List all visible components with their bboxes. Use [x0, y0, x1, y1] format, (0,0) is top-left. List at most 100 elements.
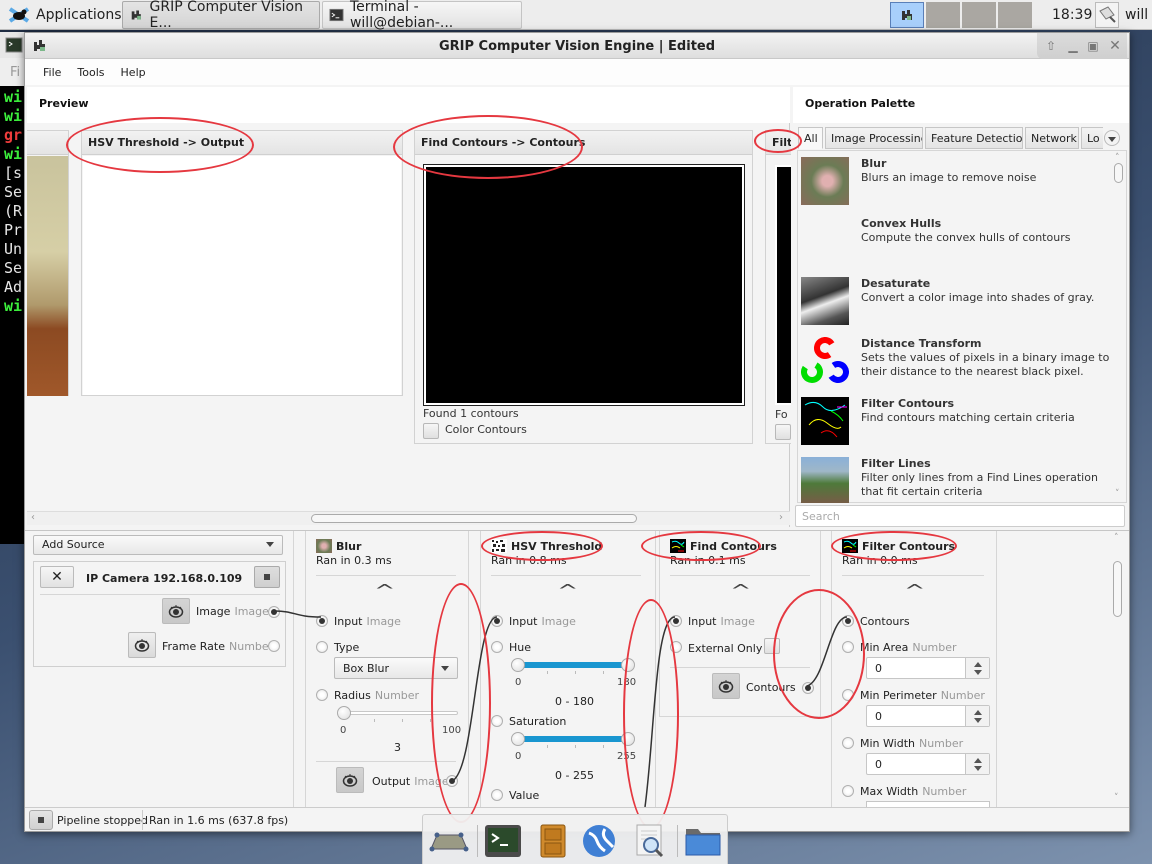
- preview-card-header: [27, 131, 68, 155]
- stop-icon: [38, 817, 44, 823]
- folder-icon[interactable]: [683, 823, 723, 859]
- clock[interactable]: 18:39: [1052, 7, 1092, 23]
- operation-name: Distance Transform: [861, 337, 982, 350]
- scroll-thumb[interactable]: [311, 514, 637, 523]
- operation-name: Desaturate: [861, 277, 931, 290]
- palette-header: Operation Palette: [793, 87, 1129, 123]
- contours-found-label: Found 1 contours: [423, 407, 519, 420]
- operation-blur[interactable]: Blur Blurs an image to remove noise: [801, 157, 1121, 217]
- grip-window: GRIP Computer Vision Engine | Edited ⇧ ▁…: [24, 32, 1130, 832]
- divider: [142, 810, 143, 830]
- grip-app-icon: [902, 10, 912, 20]
- preview-header: Preview: [27, 87, 790, 123]
- maximize-icon[interactable]: ▣: [1083, 37, 1103, 55]
- tab-all[interactable]: All: [798, 127, 823, 149]
- preview-card-title: HSV Threshold -> Output: [82, 131, 402, 155]
- blur-thumbnail: [801, 157, 849, 205]
- tab-network[interactable]: Network: [1025, 127, 1079, 149]
- preview-hscrollbar[interactable]: ‹ ›: [27, 511, 790, 525]
- hsv-preview-image: [83, 156, 401, 395]
- menu-tools[interactable]: Tools: [69, 59, 112, 85]
- operation-description: Compute the convex hulls of contours: [861, 231, 1071, 244]
- action-button[interactable]: [1095, 2, 1119, 28]
- operation-search-input[interactable]: Search: [795, 505, 1125, 527]
- operation-filter-lines[interactable]: Filter Lines Filter only lines from a Fi…: [801, 457, 1121, 503]
- preview-card-title: Filt: [766, 131, 791, 155]
- user-switch-icon: [1099, 6, 1116, 23]
- filter-contours-thumbnail: [801, 397, 849, 445]
- operation-filter-contours[interactable]: Filter Contours Find contours matching c…: [801, 397, 1121, 457]
- grip-app-icon: [131, 10, 141, 20]
- bottom-dock: [422, 814, 728, 864]
- operation-convex-hulls[interactable]: Convex Hulls Compute the convex hulls of…: [801, 217, 1121, 277]
- pipeline-state: Pipeline stopped: [57, 814, 149, 827]
- preview-title: Preview: [39, 97, 89, 110]
- menubar: File Tools Help: [25, 59, 1129, 85]
- desaturate-thumbnail: [801, 277, 849, 325]
- terminal-icon: [5, 37, 23, 53]
- window-titlebar[interactable]: GRIP Computer Vision Engine | Edited ⇧ ▁…: [25, 33, 1129, 59]
- applications-label: Applications: [36, 7, 122, 23]
- operation-name: Filter Contours: [861, 397, 955, 410]
- color-contours-label: Color Contours: [445, 423, 527, 436]
- chevron-down-icon: [1108, 137, 1116, 142]
- terminal-icon: [329, 8, 344, 22]
- connection-hsv-to-find: [644, 616, 676, 807]
- workspace-3[interactable]: [962, 2, 996, 28]
- operation-desaturate[interactable]: Desaturate Convert a color image into sh…: [801, 277, 1121, 337]
- pipeline-run-toggle-button[interactable]: [29, 810, 53, 830]
- filter-lines-thumbnail: [801, 457, 849, 503]
- operation-description: Convert a color image into shades of gra…: [861, 291, 1095, 304]
- applications-menu[interactable]: Applications: [2, 1, 128, 29]
- preview-card-filter-contours: Filt Fo: [765, 130, 791, 444]
- menu-file[interactable]: File: [35, 59, 69, 85]
- color-contours-checkbox[interactable]: [423, 423, 439, 439]
- scroll-right-icon[interactable]: ›: [779, 512, 783, 523]
- task-label: GRIP Computer Vision E...: [149, 0, 303, 31]
- close-icon[interactable]: ✕: [1105, 37, 1125, 55]
- scroll-up-icon[interactable]: ˄: [1115, 153, 1120, 163]
- scroll-left-icon[interactable]: ‹: [31, 512, 35, 523]
- operation-distance-transform[interactable]: Distance Transform Sets the values of pi…: [801, 337, 1121, 397]
- tab-feature-detection[interactable]: Feature Detection: [925, 127, 1023, 149]
- connection-camera-to-blur: [274, 610, 322, 618]
- terminal-launcher-icon[interactable]: [483, 823, 523, 859]
- shade-icon[interactable]: ⇧: [1041, 37, 1061, 55]
- workspace-1[interactable]: [890, 2, 924, 28]
- task-terminal[interactable]: Terminal - will@debian-...: [322, 0, 522, 31]
- show-desktop-icon[interactable]: [429, 823, 469, 859]
- tab-logical[interactable]: Lo: [1081, 127, 1103, 149]
- preview-card-camera: [27, 130, 69, 396]
- minimize-icon[interactable]: ▁: [1063, 37, 1083, 55]
- contours-preview-image: [423, 164, 745, 406]
- scroll-down-icon[interactable]: ˅: [1115, 489, 1120, 499]
- connection-blur-to-hsv: [451, 616, 498, 782]
- search-files-icon[interactable]: [629, 823, 669, 859]
- filter-preview-image: [775, 165, 791, 405]
- operation-name: Filter Lines: [861, 457, 931, 470]
- menu-help[interactable]: Help: [113, 59, 154, 85]
- user-name[interactable]: will: [1125, 7, 1148, 23]
- tab-image-processing[interactable]: Image Processing: [825, 127, 923, 149]
- preview-card-find-contours: Find Contours -> Contours: [414, 130, 753, 444]
- divider: [477, 825, 478, 857]
- opencv-logo-icon: [801, 337, 849, 383]
- task-label: Terminal - will@debian-...: [349, 0, 454, 31]
- palette-title: Operation Palette: [805, 97, 916, 110]
- preview-card-hsv-output: HSV Threshold -> Output: [81, 130, 403, 396]
- task-grip[interactable]: GRIP Computer Vision E...: [122, 0, 320, 31]
- workspace-2[interactable]: [926, 2, 960, 28]
- tabs-overflow-button[interactable]: [1104, 130, 1120, 146]
- palette-vscrollbar[interactable]: ˄ ˅: [1113, 153, 1125, 501]
- pipeline-connections: [274, 610, 848, 807]
- scroll-thumb[interactable]: [1114, 163, 1123, 183]
- web-browser-icon[interactable]: [579, 823, 619, 859]
- pipeline-pane: Add Source ✕ IP Camera 192.168.0.109 Ima…: [25, 530, 1129, 807]
- divider: [677, 825, 678, 857]
- filter-color-checkbox[interactable]: [775, 424, 791, 440]
- file-cabinet-icon[interactable]: [533, 823, 573, 859]
- preview-pane: Preview HSV Threshold -> Output Find Con…: [27, 87, 791, 527]
- xfce-mouse-icon: [8, 7, 30, 23]
- window-controls: ⇧ ▁ ▣ ✕: [1037, 33, 1127, 59]
- workspace-4[interactable]: [998, 2, 1032, 28]
